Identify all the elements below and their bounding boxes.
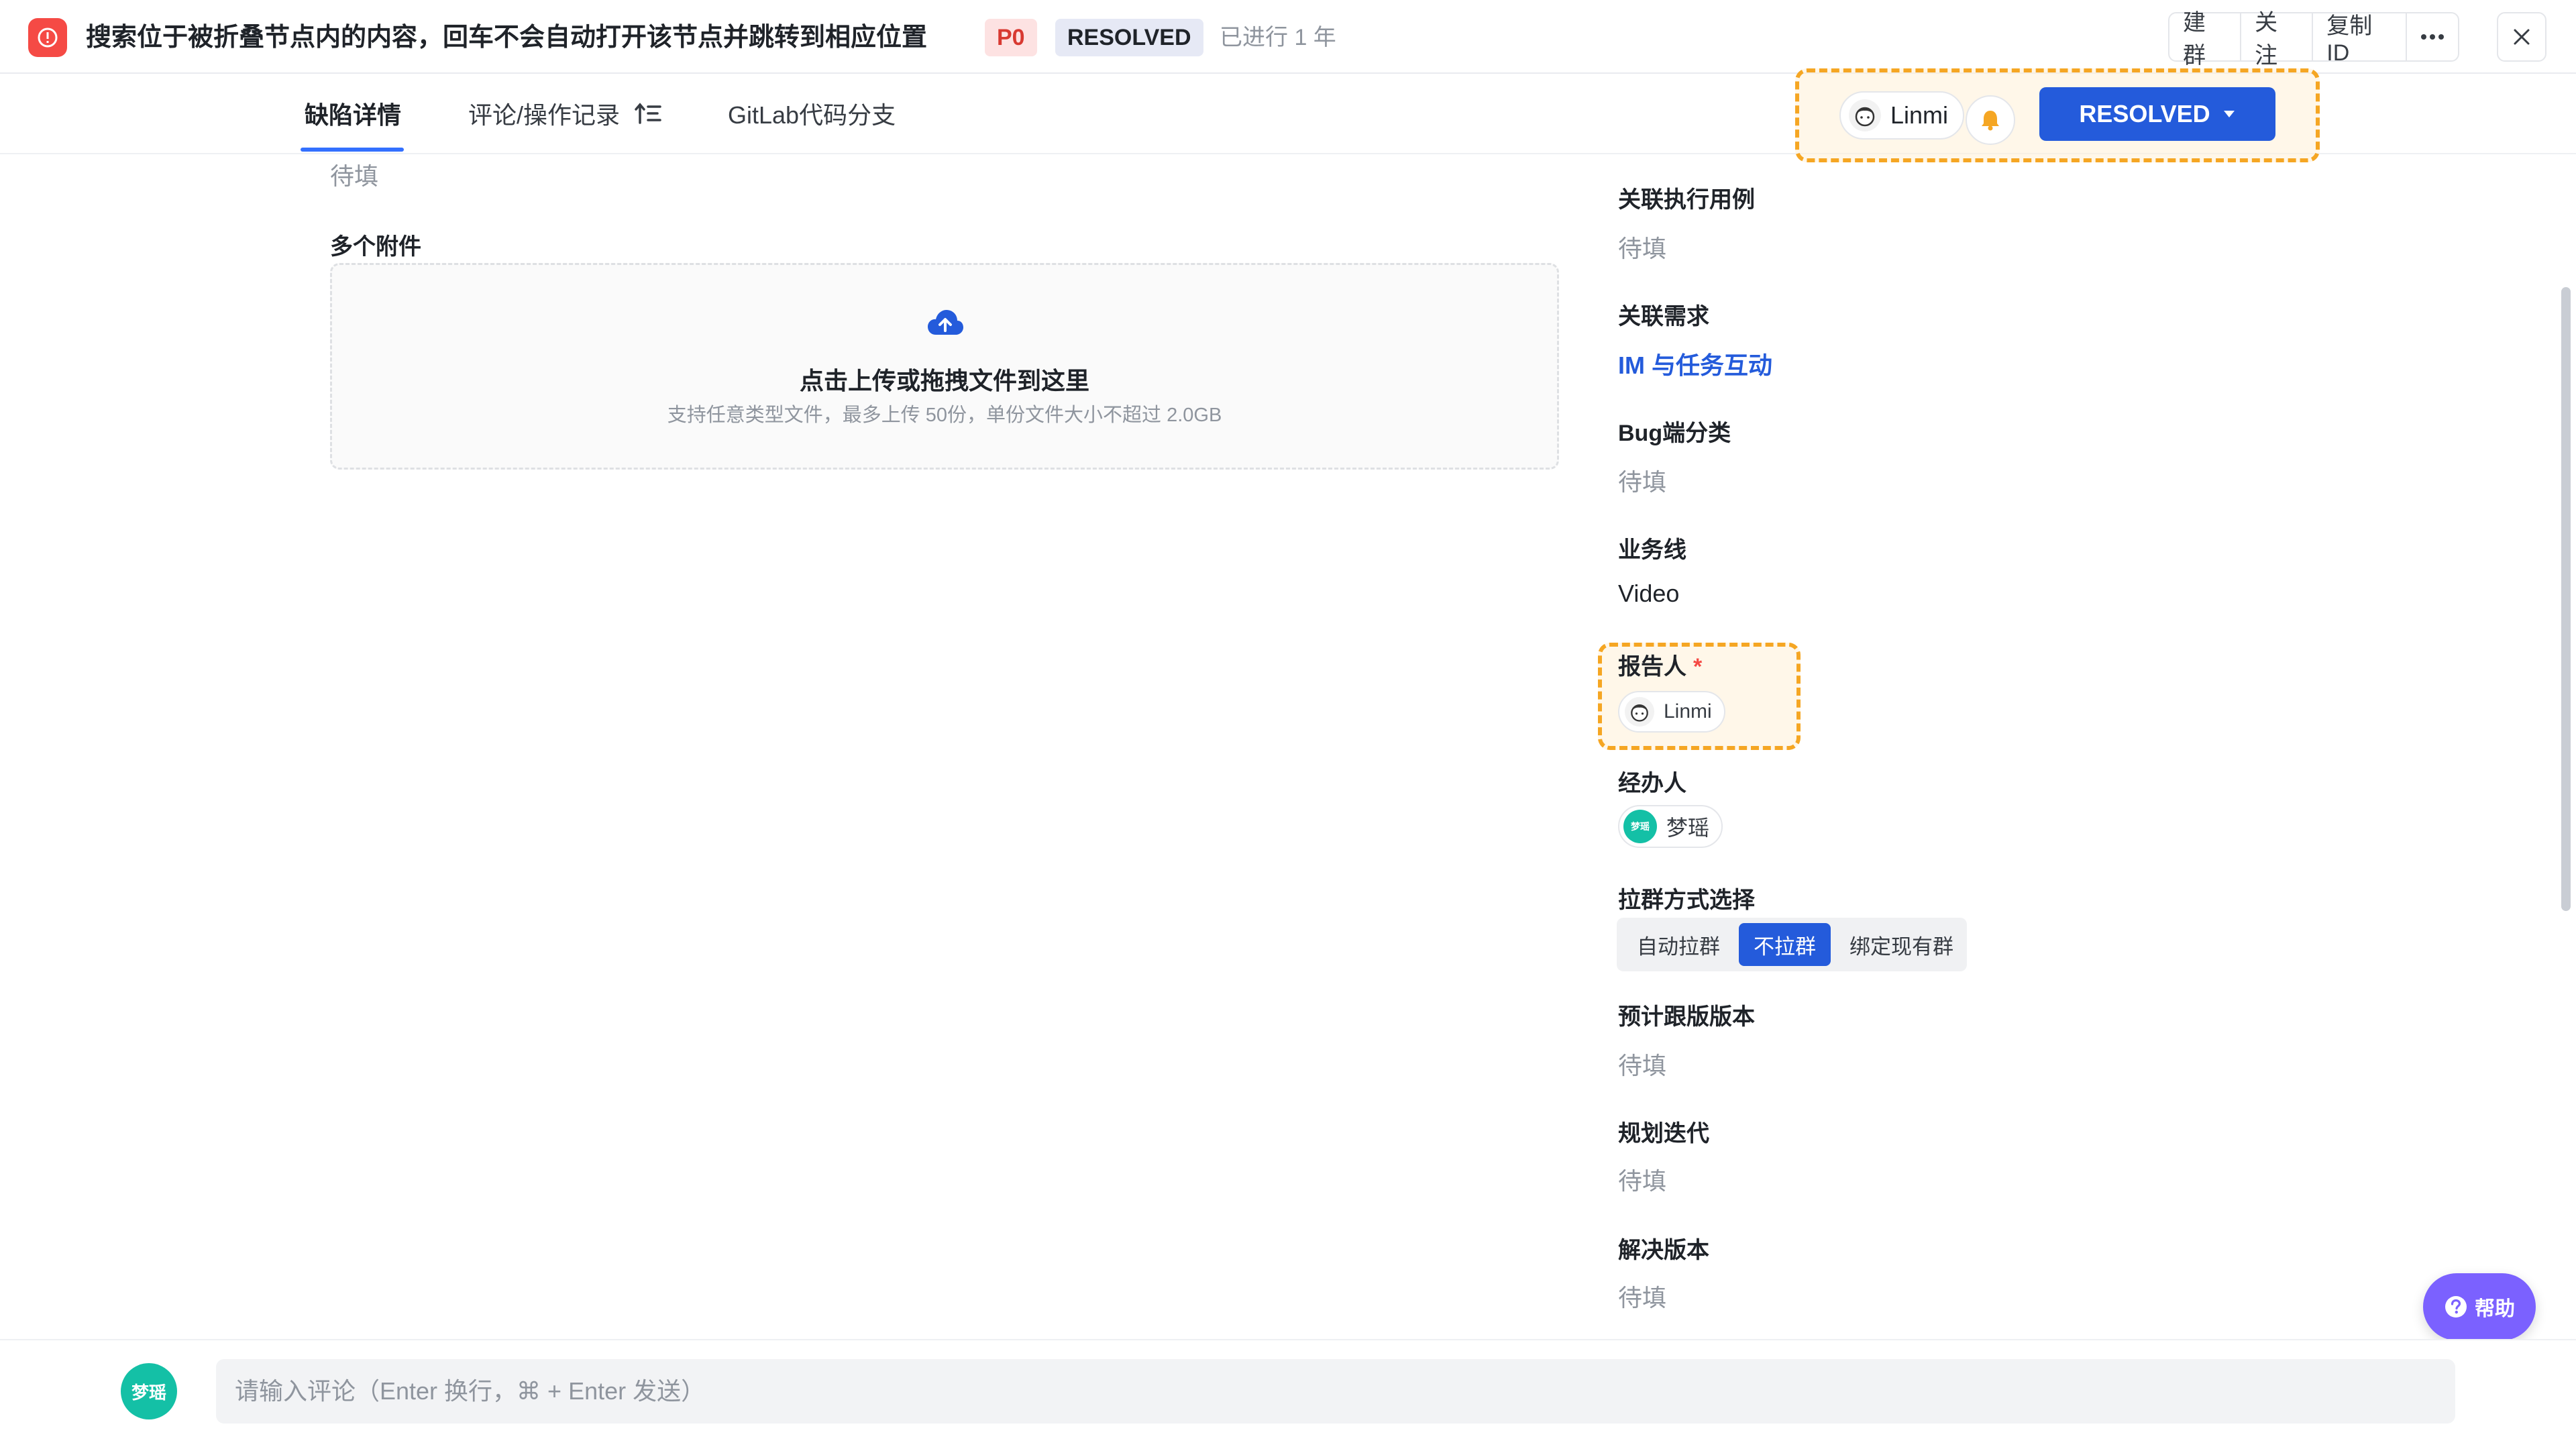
bug-platform-value[interactable]: 待填 bbox=[1618, 463, 1666, 498]
tab-label: GitLab代码分支 bbox=[728, 101, 896, 129]
group-mode-none[interactable]: 不拉群 bbox=[1739, 923, 1831, 966]
assignee-avatar: 梦瑶 bbox=[1623, 810, 1657, 843]
help-button[interactable]: 帮助 bbox=[2423, 1273, 2536, 1340]
iteration-label: 规划迭代 bbox=[1618, 1121, 1709, 1146]
group-mode-segmented: 自动拉群 不拉群 绑定现有群 bbox=[1617, 918, 1967, 971]
assignee-name: 梦瑶 bbox=[1666, 816, 1710, 840]
help-label: 帮助 bbox=[2475, 1298, 2515, 1320]
caret-down-icon bbox=[2223, 111, 2235, 117]
status-dropdown-label: RESOLVED bbox=[2079, 100, 2210, 127]
status-dropdown-button[interactable]: RESOLVED bbox=[2039, 87, 2275, 141]
vertical-scrollbar[interactable] bbox=[2561, 287, 2571, 911]
face-avatar-icon bbox=[1855, 107, 1875, 127]
close-icon bbox=[2514, 29, 2530, 45]
reporter-label-text: 报告人 bbox=[1618, 654, 1686, 680]
previous-field-value: 待填 bbox=[330, 162, 379, 190]
expected-version-label: 预计跟版版本 bbox=[1618, 1004, 1755, 1030]
upload-hint: 支持任意类型文件，最多上传 50份，单份文件大小不超过 2.0GB bbox=[667, 405, 1222, 426]
group-mode-label: 拉群方式选择 bbox=[1618, 888, 1755, 913]
bell-icon bbox=[1982, 111, 1999, 131]
face-avatar-icon bbox=[1631, 704, 1648, 722]
help-icon bbox=[2445, 1296, 2467, 1318]
tab-comments-log[interactable]: 评论/操作记录 bbox=[468, 74, 661, 153]
business-line-value[interactable]: Video bbox=[1618, 580, 1679, 608]
close-button[interactable] bbox=[2497, 12, 2546, 62]
group-mode-auto[interactable]: 自动拉群 bbox=[1622, 923, 1735, 966]
exec-cases-label: 关联执行用例 bbox=[1618, 187, 1755, 213]
header-action-group: 建群 关注 复制ID bbox=[2168, 10, 2459, 68]
attachments-label: 多个附件 bbox=[330, 234, 421, 260]
follow-button[interactable]: 关注 bbox=[2241, 10, 2314, 68]
exec-cases-value[interactable]: 待填 bbox=[1618, 229, 1666, 264]
business-line-label: 业务线 bbox=[1618, 537, 1686, 563]
owner-chip[interactable]: Linmi bbox=[1839, 91, 1965, 140]
reporter-label: 报告人 * bbox=[1618, 648, 1702, 681]
iteration-value[interactable]: 待填 bbox=[1618, 1162, 1666, 1197]
tab-bug-details[interactable]: 缺陷详情 bbox=[305, 74, 401, 153]
resolved-version-label: 解决版本 bbox=[1618, 1238, 1709, 1263]
status-badge: RESOLVED bbox=[1055, 19, 1203, 56]
resolved-version-value[interactable]: 待填 bbox=[1618, 1279, 1666, 1313]
bug-platform-label: Bug端分类 bbox=[1618, 421, 1731, 446]
sort-order-icon bbox=[635, 103, 661, 124]
group-mode-bind-existing[interactable]: 绑定现有群 bbox=[1835, 923, 1968, 966]
required-mark: * bbox=[1693, 654, 1703, 680]
bug-alert-icon bbox=[28, 18, 67, 57]
owner-name: Linmi bbox=[1890, 101, 1949, 129]
create-group-button[interactable]: 建群 bbox=[2169, 10, 2242, 68]
issue-title: 搜索位于被折叠节点内的内容，回车不会自动打开该节点并跳转到相应位置 bbox=[86, 23, 928, 52]
priority-badge: P0 bbox=[985, 19, 1037, 56]
cloud-upload-icon bbox=[928, 310, 963, 335]
requirement-label: 关联需求 bbox=[1618, 304, 1709, 329]
more-icon bbox=[2421, 34, 2444, 40]
expected-version-value[interactable]: 待填 bbox=[1618, 1046, 1666, 1081]
upload-title: 点击上传或拖拽文件到这里 bbox=[799, 367, 1089, 394]
user-avatar bbox=[1849, 99, 1881, 131]
assignee-chip[interactable]: 梦瑶 梦瑶 bbox=[1618, 805, 1723, 848]
current-user-avatar: 梦瑶 bbox=[121, 1363, 177, 1419]
tab-label: 缺陷详情 bbox=[305, 101, 402, 129]
reporter-chip[interactable]: Linmi bbox=[1618, 691, 1725, 733]
assignee-label: 经办人 bbox=[1618, 771, 1686, 796]
active-tab-indicator bbox=[301, 148, 404, 152]
issue-header: 搜索位于被折叠节点内的内容，回车不会自动打开该节点并跳转到相应位置 P0 RES… bbox=[0, 0, 2576, 74]
elapsed-time: 已进行 1 年 bbox=[1220, 25, 1336, 50]
notify-button[interactable] bbox=[1966, 95, 2015, 145]
more-options-button[interactable] bbox=[2407, 13, 2458, 60]
copy-id-button[interactable]: 复制ID bbox=[2313, 13, 2407, 66]
tab-gitlab-branch[interactable]: GitLab代码分支 bbox=[728, 74, 896, 153]
requirement-link[interactable]: IM 与任务互动 bbox=[1618, 346, 1772, 381]
attachment-upload-area[interactable]: 点击上传或拖拽文件到这里 支持任意类型文件，最多上传 50份，单份文件大小不超过… bbox=[330, 263, 1559, 470]
tab-label: 评论/操作记录 bbox=[468, 101, 621, 129]
reporter-name: Linmi bbox=[1664, 700, 1712, 722]
reporter-avatar bbox=[1625, 697, 1654, 727]
comment-input[interactable] bbox=[216, 1359, 2455, 1424]
